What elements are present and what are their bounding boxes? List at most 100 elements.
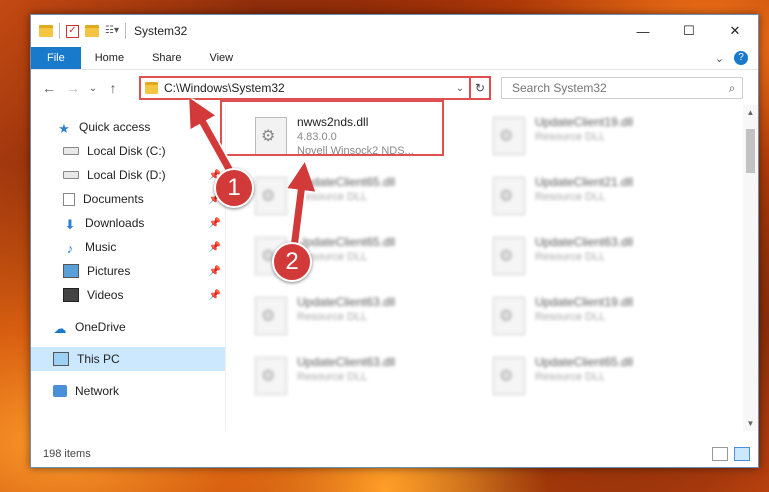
disk-icon	[63, 171, 79, 179]
file-description: Resource DLL	[535, 251, 606, 263]
file-description: Resource DLL	[535, 191, 606, 203]
back-button[interactable]: ←	[37, 80, 61, 96]
tab-file[interactable]: File	[31, 47, 81, 69]
file-item[interactable]: UpdateClient19.dll Resource DLL	[465, 291, 685, 343]
sidebar-item-local-disk-c[interactable]: Local Disk (C:)	[31, 139, 225, 163]
address-path[interactable]: C:\Windows\System32	[164, 81, 453, 95]
file-name: UpdateClient63.dll	[297, 295, 396, 309]
dll-file-icon	[255, 297, 287, 335]
file-item[interactable]: UpdateClient21.dll Resource DLL	[465, 171, 685, 223]
ribbon-tabs: File Home Share View ⌄ ?	[31, 47, 758, 70]
expand-ribbon-button[interactable]: ⌄	[715, 52, 724, 65]
view-switcher	[712, 447, 750, 461]
dll-file-icon	[493, 357, 525, 395]
sidebar-item-label: Music	[85, 240, 117, 254]
onedrive-icon: ☁	[53, 321, 67, 336]
sidebar-item-downloads[interactable]: ⬇ Downloads 📌	[31, 211, 225, 235]
new-folder-icon[interactable]	[85, 25, 99, 37]
music-icon: ♪	[66, 241, 74, 256]
tab-share[interactable]: Share	[138, 47, 195, 69]
step-badge-1: 1	[214, 168, 254, 208]
file-name: UpdateClient63.dll	[297, 355, 396, 369]
search-input[interactable]	[510, 80, 722, 96]
sidebar-item-videos[interactable]: Videos 📌	[31, 283, 225, 307]
up-button[interactable]: ↑	[101, 80, 125, 96]
sidebar-item-label: Documents	[83, 192, 144, 206]
file-item[interactable]: UpdateClient63.dll Resource DLL	[227, 291, 447, 343]
pin-icon: 📌	[208, 265, 221, 277]
search-icon[interactable]: ⌕	[722, 81, 742, 96]
toolbar-separator	[59, 23, 60, 39]
tiles-view-icon[interactable]	[734, 447, 750, 461]
navigation-pane: ★ Quick access Local Disk (C:) Local Dis…	[31, 105, 226, 431]
maximize-button[interactable]: ☐	[666, 15, 712, 47]
file-description: Resource DLL	[297, 371, 368, 383]
file-item[interactable]: UpdateClient63.dll Resource DLL	[465, 231, 685, 283]
vertical-scrollbar[interactable]: ▲ ▼	[743, 105, 758, 431]
sidebar-item-quick-access[interactable]: ★ Quick access	[31, 115, 225, 139]
close-button[interactable]: ✕	[712, 15, 758, 47]
dll-file-icon	[255, 177, 287, 215]
file-item[interactable]: UpdateClient65.dllResource DLL	[227, 171, 447, 223]
file-item[interactable]: UpdateClient65.dllResource DLL	[465, 351, 685, 403]
toolbar-separator	[125, 23, 126, 39]
scroll-down-icon[interactable]: ▼	[743, 416, 758, 431]
file-highlight-box	[220, 100, 444, 156]
sidebar-item-documents[interactable]: Documents 📌	[31, 187, 225, 211]
address-dropdown-button[interactable]: ⌄	[453, 83, 467, 94]
folder-icon	[145, 82, 158, 94]
file-name: UpdateClient65.dll	[535, 355, 634, 369]
recent-locations-button[interactable]: ⌄	[85, 83, 101, 94]
sidebar-item-label: Pictures	[87, 264, 131, 278]
scroll-thumb[interactable]	[746, 129, 755, 173]
dll-file-icon	[493, 117, 525, 155]
file-item[interactable]: UpdateClient63.dll Resource DLL	[227, 351, 447, 403]
status-bar: 198 items	[31, 441, 758, 467]
network-icon	[53, 385, 67, 397]
pin-icon: 📌	[208, 241, 221, 253]
item-count: 198 items	[43, 448, 91, 460]
details-view-icon[interactable]	[712, 447, 728, 461]
file-item[interactable]: UpdateClient19.dll Resource DLL	[465, 111, 685, 163]
file-description: Resource DLL	[535, 131, 606, 143]
sidebar-item-label: Videos	[87, 288, 124, 302]
file-item[interactable]: UpdateClient65.dllResource DLL	[227, 231, 447, 283]
customize-toolbar-icon[interactable]: ☷▾	[105, 25, 119, 37]
file-name: UpdateClient21.dll	[535, 175, 634, 189]
help-icon[interactable]: ?	[734, 51, 748, 65]
step-badge-2: 2	[272, 242, 312, 282]
tab-view[interactable]: View	[195, 47, 247, 69]
properties-icon[interactable]: ✓	[66, 24, 79, 38]
pin-icon: 📌	[208, 289, 221, 301]
forward-button[interactable]: →	[61, 80, 85, 96]
tab-home[interactable]: Home	[81, 47, 138, 69]
star-icon: ★	[58, 121, 70, 136]
dll-file-icon	[255, 357, 287, 395]
dll-file-icon	[493, 177, 525, 215]
folder-icon[interactable]	[39, 25, 53, 37]
sidebar-item-music[interactable]: ♪ Music 📌	[31, 235, 225, 259]
address-bar[interactable]: C:\Windows\System32 ⌄	[139, 76, 491, 100]
explorer-window: ✓ ☷▾ System32 — ☐ ✕ File Home Share View…	[30, 14, 759, 468]
ribbon-right: ⌄ ?	[715, 47, 758, 69]
videos-icon	[63, 288, 79, 302]
quick-access-toolbar: ✓ ☷▾	[31, 23, 126, 39]
file-name: UpdateClient19.dll	[535, 295, 634, 309]
this-pc-icon	[53, 352, 69, 366]
search-box[interactable]: ⌕	[501, 77, 743, 99]
sidebar-item-onedrive[interactable]: ☁ OneDrive	[31, 315, 225, 339]
sidebar-item-local-disk-d[interactable]: Local Disk (D:) 📌	[31, 163, 225, 187]
sidebar-item-this-pc[interactable]: This PC	[31, 347, 225, 371]
file-name: UpdateClient19.dll	[535, 115, 634, 129]
sidebar-item-label: Network	[75, 384, 120, 398]
pictures-icon	[63, 264, 79, 278]
pin-icon: 📌	[208, 217, 221, 229]
scroll-up-icon[interactable]: ▲	[743, 105, 758, 120]
minimize-button[interactable]: —	[620, 15, 666, 47]
refresh-button[interactable]: ↻	[469, 76, 491, 100]
sidebar-item-pictures[interactable]: Pictures 📌	[31, 259, 225, 283]
sidebar-item-network[interactable]: Network	[31, 379, 225, 403]
window-controls: — ☐ ✕	[620, 15, 758, 47]
sidebar-item-label: OneDrive	[75, 320, 126, 334]
window-title: System32	[134, 24, 188, 38]
